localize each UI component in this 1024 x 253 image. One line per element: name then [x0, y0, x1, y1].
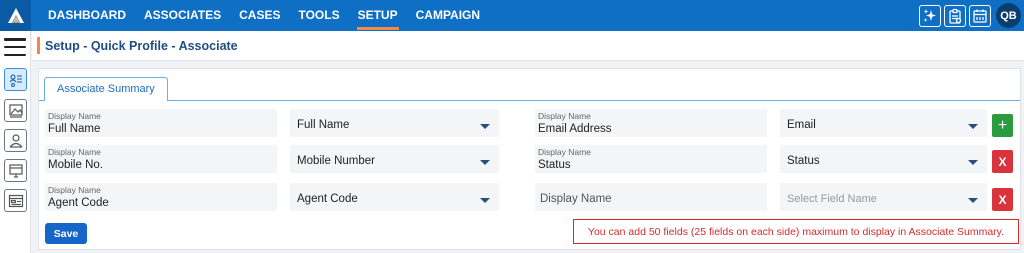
main-nav: DASHBOARD ASSOCIATES CASES TOOLS SETUP C… — [39, 0, 489, 31]
display-name-field[interactable]: Display Name Status — [535, 145, 767, 173]
field-label: Display Name — [48, 147, 101, 157]
input-placeholder: Display Name — [540, 193, 612, 205]
save-button[interactable]: Save — [45, 223, 87, 244]
field-name-select[interactable]: Agent Code — [290, 183, 499, 211]
chevron-down-icon — [480, 198, 490, 203]
nav-campaign[interactable]: CAMPAIGN — [407, 0, 489, 31]
chevron-down-icon — [968, 160, 978, 165]
field-value: Status — [538, 159, 571, 171]
profile-list-icon[interactable] — [4, 68, 27, 91]
chevron-down-icon — [480, 160, 490, 165]
field-name-select[interactable]: Select Field Name — [780, 183, 987, 211]
field-value: Agent Code — [48, 197, 109, 209]
select-value: Full Name — [297, 119, 350, 131]
select-value: Status — [787, 155, 820, 167]
nav-associates[interactable]: ASSOCIATES — [135, 0, 230, 31]
display-name-field[interactable]: Display Name Mobile No. — [45, 145, 277, 173]
display-name-field[interactable]: Display Name Agent Code — [45, 183, 277, 211]
add-row-button[interactable]: + — [992, 114, 1013, 137]
delete-row-button[interactable]: X — [992, 150, 1013, 173]
calendar-icon[interactable] — [969, 4, 991, 27]
top-navigation-bar: DASHBOARD ASSOCIATES CASES TOOLS SETUP C… — [0, 0, 1024, 31]
select-value: Email — [787, 119, 816, 131]
field-label: Display Name — [48, 185, 101, 195]
tab-associate-summary[interactable]: Associate Summary — [44, 77, 168, 101]
field-name-select[interactable]: Mobile Number — [290, 145, 499, 173]
field-label: Display Name — [48, 111, 101, 121]
field-name-select[interactable]: Email — [780, 109, 987, 137]
select-value: Agent Code — [297, 193, 358, 205]
field-label: Display Name — [538, 147, 591, 157]
select-value: Mobile Number — [297, 155, 375, 167]
top-right-tools: QB — [919, 3, 1021, 28]
chevron-down-icon — [968, 198, 978, 203]
nav-dashboard[interactable]: DASHBOARD — [39, 0, 135, 31]
user-avatar[interactable]: QB — [996, 3, 1021, 28]
left-sidebar — [0, 31, 31, 253]
field-label: Display Name — [538, 111, 591, 121]
sparkle-icon[interactable] — [919, 4, 941, 27]
form-icon[interactable] — [4, 189, 27, 212]
nav-setup[interactable]: SETUP — [349, 0, 407, 31]
field-name-select[interactable]: Full Name — [290, 109, 499, 137]
display-name-field[interactable]: Display Name Email Address — [535, 109, 767, 137]
nav-tools[interactable]: TOOLS — [289, 0, 348, 31]
monitor-icon[interactable] — [4, 159, 27, 182]
app-logo-icon[interactable] — [0, 0, 31, 31]
field-value: Full Name — [48, 123, 101, 135]
quick-profile-panel: Associate Summary Display Name Full Name… — [38, 68, 1021, 250]
select-placeholder: Select Field Name — [787, 193, 877, 205]
field-value: Email Address — [538, 123, 612, 135]
chevron-down-icon — [968, 124, 978, 129]
display-name-field[interactable]: Display Name Full Name — [45, 109, 277, 137]
delete-row-button[interactable]: X — [992, 188, 1013, 211]
image-card-icon[interactable] — [4, 99, 27, 122]
menu-icon[interactable] — [4, 38, 26, 56]
tab-divider — [39, 100, 1020, 101]
field-limit-warning: You can add 50 fields (25 fields on each… — [573, 219, 1019, 244]
field-name-select[interactable]: Status — [780, 145, 987, 173]
chevron-down-icon — [480, 124, 490, 129]
display-name-input[interactable]: Display Name — [535, 183, 767, 211]
field-value: Mobile No. — [48, 159, 103, 171]
nav-cases[interactable]: CASES — [230, 0, 289, 31]
page-header: Setup - Quick Profile - Associate — [32, 31, 1024, 61]
user-icon[interactable] — [4, 129, 27, 152]
title-accent-bar — [37, 37, 40, 54]
clipboard-icon[interactable] — [944, 4, 966, 27]
page-title: Setup - Quick Profile - Associate — [45, 39, 238, 53]
